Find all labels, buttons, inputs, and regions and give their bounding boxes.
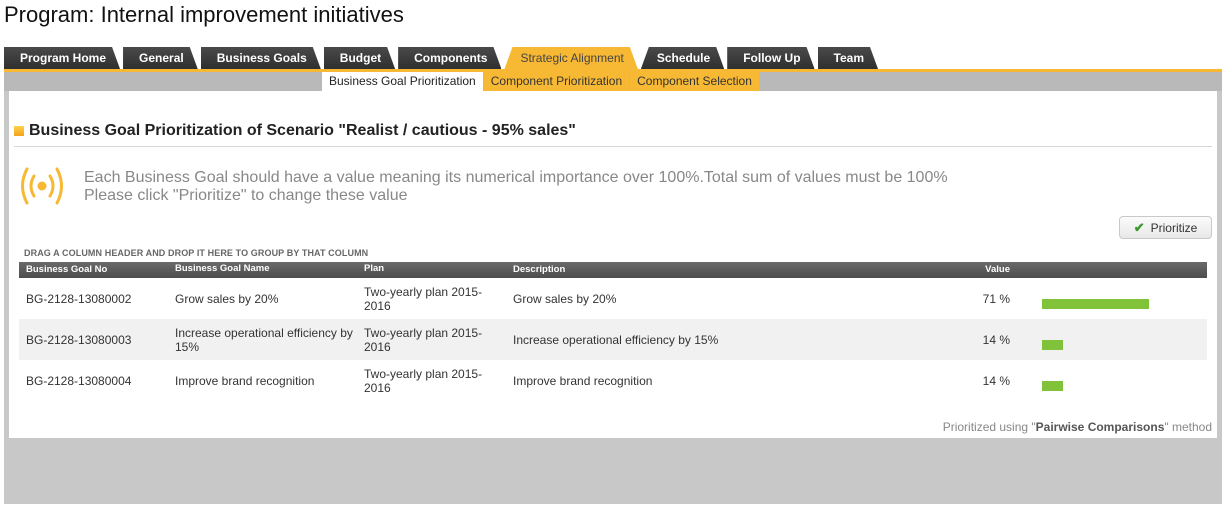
prioritization-method-note: Prioritized using "Pairwise Comparisons"… xyxy=(943,420,1212,434)
column-header-value[interactable]: Value xyxy=(976,262,1010,278)
section-bullet-icon xyxy=(14,126,24,136)
cell-value-bar xyxy=(1010,330,1207,350)
table-row[interactable]: BG-2128-13080004 Improve brand recogniti… xyxy=(19,360,1207,401)
cell-plan: Two-yearly plan 2015-2016 xyxy=(364,366,483,395)
info-message: Each Business Goal should have a value m… xyxy=(84,169,948,205)
column-header-business-goal-no[interactable]: Business Goal No xyxy=(19,262,168,278)
check-icon: ✔ xyxy=(1133,219,1145,235)
cell-value-bar xyxy=(1010,289,1207,309)
column-header-bar xyxy=(1010,262,1207,278)
tab-general[interactable]: General xyxy=(123,47,198,69)
section-title: Business Goal Prioritization of Scenario… xyxy=(29,122,576,139)
cell-goal-name: Increase operational efficiency by 15% xyxy=(175,325,353,354)
cell-goal-name: Improve brand recognition xyxy=(175,373,315,388)
divider xyxy=(14,146,1212,147)
table-row[interactable]: BG-2128-13080002 Grow sales by 20% Two-y… xyxy=(19,278,1207,319)
value-bar xyxy=(1042,339,1063,350)
table-row[interactable]: BG-2128-13080003 Increase operational ef… xyxy=(19,319,1207,360)
subtab-business-goal-prioritization[interactable]: Business Goal Prioritization xyxy=(322,72,483,91)
footer-prefix: Prioritized using " xyxy=(942,420,1036,434)
tab-budget[interactable]: Budget xyxy=(324,47,395,69)
tab-strategic-alignment[interactable]: Strategic Alignment xyxy=(504,47,637,69)
value-bar xyxy=(1042,298,1149,309)
subtab-component-selection[interactable]: Component Selection xyxy=(630,72,759,91)
cell-description: Grow sales by 20% xyxy=(513,291,617,306)
info-line-2: Please click "Prioritize" to change thes… xyxy=(84,187,408,204)
cell-value: 71 % xyxy=(982,291,1010,306)
cell-value: 14 % xyxy=(982,373,1010,388)
tab-business-goals[interactable]: Business Goals xyxy=(201,47,321,69)
cell-value: 14 % xyxy=(982,332,1010,347)
cell-plan: Two-yearly plan 2015-2016 xyxy=(364,284,483,313)
business-goals-grid: Business Goal No Business Goal Name Plan… xyxy=(19,262,1207,401)
tab-schedule[interactable]: Schedule xyxy=(641,47,724,69)
column-header-plan[interactable]: Plan xyxy=(357,262,506,278)
info-line-1: Each Business Goal should have a value m… xyxy=(84,169,948,186)
cell-plan: Two-yearly plan 2015-2016 xyxy=(364,325,483,354)
grid-header: Business Goal No Business Goal Name Plan… xyxy=(19,262,1207,278)
footer-method: Pairwise Comparisons xyxy=(1035,420,1165,434)
tab-team[interactable]: Team xyxy=(818,47,878,69)
cell-description: Improve brand recognition xyxy=(513,373,653,388)
sub-tabs: Business Goal Prioritization Component P… xyxy=(322,72,760,91)
cell-goal-no: BG-2128-13080002 xyxy=(26,291,132,306)
cell-goal-name: Grow sales by 20% xyxy=(175,291,279,306)
section-header: Business Goal Prioritization of Scenario… xyxy=(14,122,576,140)
cell-goal-no: BG-2128-13080003 xyxy=(26,332,132,347)
value-bar xyxy=(1042,380,1063,391)
tab-components[interactable]: Components xyxy=(398,47,501,69)
column-header-business-goal-name[interactable]: Business Goal Name xyxy=(168,262,357,278)
broadcast-icon xyxy=(18,165,66,207)
tab-follow-up[interactable]: Follow Up xyxy=(727,47,814,69)
main-tabs: Program Home General Business Goals Budg… xyxy=(4,47,881,69)
page-title: Program: Internal improvement initiative… xyxy=(4,2,404,27)
tab-program-home[interactable]: Program Home xyxy=(4,47,120,69)
group-by-drop-zone[interactable]: DRAG A COLUMN HEADER AND DROP IT HERE TO… xyxy=(24,248,368,258)
cell-goal-no: BG-2128-13080004 xyxy=(26,373,132,388)
column-header-description[interactable]: Description xyxy=(506,262,976,278)
cell-description: Increase operational efficiency by 15% xyxy=(513,332,719,347)
footer-suffix: " method xyxy=(1164,420,1212,434)
cell-value-bar xyxy=(1010,371,1207,391)
prioritize-label: Prioritize xyxy=(1150,220,1198,235)
prioritize-button[interactable]: ✔ Prioritize xyxy=(1119,216,1212,239)
subtab-component-prioritization[interactable]: Component Prioritization xyxy=(483,72,630,91)
